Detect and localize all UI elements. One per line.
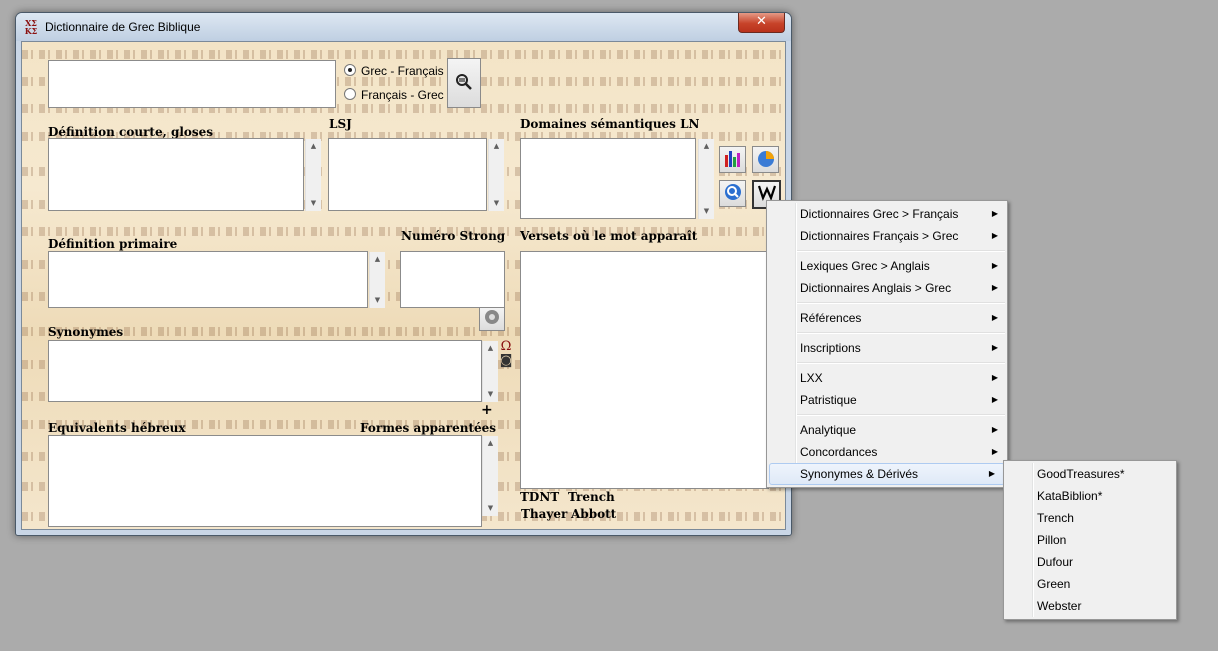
menu-item-analytique[interactable]: Analytique ▶ xyxy=(767,419,1007,441)
label-versets: Versets où le mot apparaît xyxy=(520,229,698,243)
bar-chart-button[interactable] xyxy=(719,146,746,173)
menu-item-dict-grec-francais[interactable]: Dictionnaires Grec > Français ▶ xyxy=(767,203,1007,225)
versets-field[interactable] xyxy=(520,251,769,489)
submenu-arrow-icon: ▶ xyxy=(991,313,998,322)
synonymes-field[interactable] xyxy=(48,340,482,402)
close-button[interactable]: ✕ xyxy=(738,13,785,33)
radio-francais-grec[interactable]: Français - Grec xyxy=(344,88,444,102)
menu-separator xyxy=(797,414,1005,416)
domaines-scrollbar[interactable]: ▲ ▼ xyxy=(698,139,714,219)
scroll-up-icon[interactable]: ▲ xyxy=(489,139,504,154)
zoom-icon xyxy=(724,184,741,200)
context-menu: Dictionnaires Grec > Français ▶ Dictionna… xyxy=(766,200,1008,488)
menu-item-lxx[interactable]: LXX ▶ xyxy=(767,367,1007,389)
link-tdnt[interactable]: TDNT xyxy=(520,490,559,504)
audio-button[interactable] xyxy=(479,307,505,331)
menu-item-dict-anglais-grec[interactable]: Dictionnaires Anglais > Grec ▶ xyxy=(767,277,1007,299)
definition-courte-field[interactable] xyxy=(48,138,304,211)
menu-separator xyxy=(797,250,1005,252)
menu-item-dict-francais-grec[interactable]: Dictionnaires Français > Grec ▶ xyxy=(767,225,1007,247)
submenu-item-dufour[interactable]: Dufour xyxy=(1004,551,1176,573)
search-button[interactable] xyxy=(447,58,481,108)
radio-dot-selected xyxy=(344,64,356,76)
submenu-arrow-icon: ▶ xyxy=(991,373,998,382)
app-window: ΧΣ ΚΣ Dictionnaire de Grec Biblique ✕ Gr… xyxy=(15,12,792,536)
submenu-arrow-icon: ▶ xyxy=(991,395,998,404)
definition-primaire-scrollbar[interactable]: ▲ ▼ xyxy=(369,252,385,308)
radio-dot xyxy=(344,88,356,100)
menu-item-references[interactable]: Références ▶ xyxy=(767,307,1007,329)
definition-primaire-field[interactable] xyxy=(48,251,368,308)
submenu-arrow-icon: ▶ xyxy=(991,343,998,352)
submenu-synonymes: GoodTreasures* KataBiblion* Trench Pillo… xyxy=(1003,460,1177,620)
menu-item-patristique[interactable]: Patristique ▶ xyxy=(767,389,1007,411)
submenu-item-webster[interactable]: Webster xyxy=(1004,595,1176,617)
submenu-arrow-icon: ▶ xyxy=(991,231,998,240)
submenu-arrow-icon: ▶ xyxy=(988,469,995,478)
menu-separator xyxy=(797,362,1005,364)
label-lsj: LSJ xyxy=(329,117,352,131)
lsj-scrollbar[interactable]: ▲ ▼ xyxy=(488,139,504,211)
scroll-down-icon[interactable]: ▼ xyxy=(370,293,385,308)
submenu-item-green[interactable]: Green xyxy=(1004,573,1176,595)
label-domaines-semantiques: Domaines sémantiques LN xyxy=(520,117,700,131)
scroll-up-icon[interactable]: ▲ xyxy=(699,139,714,154)
window-title: Dictionnaire de Grec Biblique xyxy=(45,20,201,34)
scroll-down-icon[interactable]: ▼ xyxy=(483,387,498,402)
label-numero-strong: Numéro Strong xyxy=(401,229,506,243)
search-input[interactable] xyxy=(48,60,336,108)
link-abbott[interactable]: Abbott xyxy=(571,507,616,521)
scroll-down-icon[interactable]: ▼ xyxy=(699,204,714,219)
equivalents-field[interactable] xyxy=(48,435,482,527)
scroll-up-icon[interactable]: ▲ xyxy=(483,341,498,356)
link-thayer[interactable]: Thayer xyxy=(521,507,567,521)
speaker-icon xyxy=(485,310,499,324)
label-synonymes: Synonymes xyxy=(48,325,124,339)
omega-icon[interactable]: Ω ◙ xyxy=(498,340,514,370)
client-area: Grec - Français Français - Grec Définiti… xyxy=(21,41,786,530)
submenu-item-katabiblion[interactable]: KataBiblion* xyxy=(1004,485,1176,507)
domaines-field[interactable] xyxy=(520,138,696,219)
scroll-up-icon[interactable]: ▲ xyxy=(306,139,321,154)
radio-grec-francais[interactable]: Grec - Français xyxy=(344,64,444,78)
lsj-field[interactable] xyxy=(328,138,487,211)
menu-separator xyxy=(797,332,1005,334)
submenu-item-goodtreasures[interactable]: GoodTreasures* xyxy=(1004,463,1176,485)
label-equivalents-hebreux: Equivalents hébreux xyxy=(48,421,186,435)
numero-strong-field[interactable] xyxy=(400,251,505,308)
submenu-arrow-icon: ▶ xyxy=(991,283,998,292)
scroll-down-icon[interactable]: ▼ xyxy=(306,196,321,211)
scroll-down-icon[interactable]: ▼ xyxy=(489,196,504,211)
pie-chart-button[interactable] xyxy=(752,146,779,173)
bar-chart-icon xyxy=(724,151,740,167)
scroll-up-icon[interactable]: ▲ xyxy=(483,436,498,451)
definition-courte-scrollbar[interactable]: ▲ ▼ xyxy=(305,139,321,211)
menu-item-concordances[interactable]: Concordances ▶ xyxy=(767,441,1007,463)
submenu-arrow-icon: ▶ xyxy=(991,209,998,218)
label-formes-apparentees: Formes apparentées xyxy=(360,421,497,435)
app-icon: ΧΣ ΚΣ xyxy=(24,18,38,36)
scroll-down-icon[interactable]: ▼ xyxy=(483,501,498,516)
menu-item-inscriptions[interactable]: Inscriptions ▶ xyxy=(767,337,1007,359)
equivalents-scrollbar[interactable]: ▲ ▼ xyxy=(482,436,498,516)
label-definition-courte: Définition courte, gloses xyxy=(48,125,214,139)
scroll-up-icon[interactable]: ▲ xyxy=(370,252,385,267)
plus-icon[interactable]: + xyxy=(481,402,493,418)
magnifier-icon xyxy=(456,74,472,90)
submenu-item-trench[interactable]: Trench xyxy=(1004,507,1176,529)
label-definition-primaire: Définition primaire xyxy=(48,237,178,251)
menu-separator xyxy=(797,302,1005,304)
submenu-arrow-icon: ▶ xyxy=(991,447,998,456)
pie-chart-icon xyxy=(757,151,774,167)
title-bar[interactable]: ΧΣ ΚΣ Dictionnaire de Grec Biblique ✕ xyxy=(16,13,791,41)
menu-item-lexiques-grec-anglais[interactable]: Lexiques Grec > Anglais ▶ xyxy=(767,255,1007,277)
zoom-search-button[interactable] xyxy=(719,180,746,207)
w-icon xyxy=(757,185,776,202)
synonymes-scrollbar[interactable]: ▲ ▼ xyxy=(482,341,498,402)
submenu-arrow-icon: ▶ xyxy=(991,261,998,270)
submenu-item-pillon[interactable]: Pillon xyxy=(1004,529,1176,551)
link-trench[interactable]: Trench xyxy=(568,490,615,504)
menu-item-synonymes-derives[interactable]: Synonymes & Dérivés ▶ xyxy=(769,463,1005,485)
submenu-arrow-icon: ▶ xyxy=(991,425,998,434)
